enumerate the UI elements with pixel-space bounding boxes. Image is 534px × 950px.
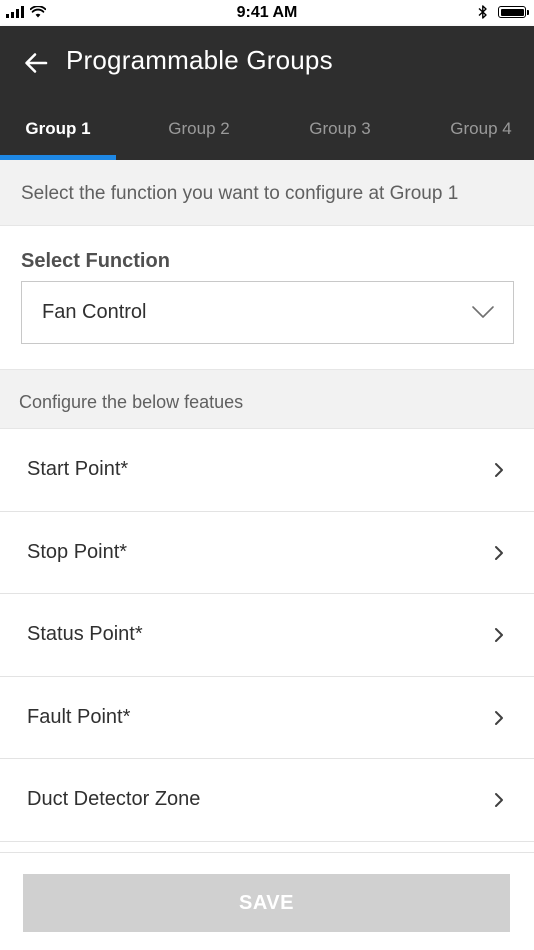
list-item-label: Start Point* xyxy=(27,458,129,480)
chevron-right-icon xyxy=(495,793,503,808)
tab-label: Group 1 xyxy=(25,119,91,138)
list-item-duct-detector-zone[interactable]: Duct Detector Zone xyxy=(0,759,534,842)
features-section-header: Configure the below featues xyxy=(0,369,534,429)
list-item-status-point[interactable]: Status Point* xyxy=(0,594,534,677)
chevron-right-icon xyxy=(495,628,503,643)
group-tabs: Group 1 Group 2 Group 3 Group 4 xyxy=(0,106,534,160)
list-item-label: Fault Point* xyxy=(27,705,131,728)
arrow-left-icon xyxy=(25,53,48,73)
tab-group-4[interactable]: Group 4 xyxy=(423,106,534,160)
page-title: Programmable Groups xyxy=(66,45,333,75)
list-item-start-point[interactable]: Start Point* xyxy=(0,429,534,512)
select-function-label: Select Function xyxy=(21,250,170,272)
chevron-right-icon xyxy=(495,463,503,477)
list-item-fault-point[interactable]: Fault Point* xyxy=(0,676,534,760)
app-bar: Programmable Groups Group 1 Group 2 Grou… xyxy=(0,26,534,160)
tab-label: Group 4 xyxy=(450,119,512,138)
dropdown-value: Fan Control xyxy=(42,301,147,323)
tab-label: Group 2 xyxy=(168,119,230,138)
chevron-right-icon xyxy=(495,710,503,725)
list-item-label: Duct Detector Zone xyxy=(27,788,201,811)
save-button[interactable]: SAVE xyxy=(23,874,510,932)
footer: SAVE xyxy=(0,852,534,950)
list-item-label: Stop Point* xyxy=(27,540,128,563)
list-item-stop-point[interactable]: Stop Point* xyxy=(0,511,534,595)
tab-group-2[interactable]: Group 2 xyxy=(141,106,257,160)
tab-group-1[interactable]: Group 1 xyxy=(0,106,116,160)
tab-group-3[interactable]: Group 3 xyxy=(282,106,398,160)
list-item-label: Status Point* xyxy=(27,623,143,646)
status-bar: 9:41 AM xyxy=(0,0,534,26)
tab-label: Group 3 xyxy=(309,119,371,138)
function-dropdown[interactable]: Fan Control xyxy=(21,281,514,344)
instruction-banner: Select the function you want to configur… xyxy=(0,160,534,226)
bluetooth-icon xyxy=(478,5,487,19)
status-time: 9:41 AM xyxy=(236,4,298,21)
status-right xyxy=(478,4,529,20)
features-list: Start Point* Stop Point* Status Point* F… xyxy=(0,429,534,842)
battery-icon xyxy=(498,6,529,18)
chevron-right-icon xyxy=(495,545,503,560)
chevron-down-icon xyxy=(472,306,494,318)
back-button[interactable] xyxy=(18,48,54,78)
